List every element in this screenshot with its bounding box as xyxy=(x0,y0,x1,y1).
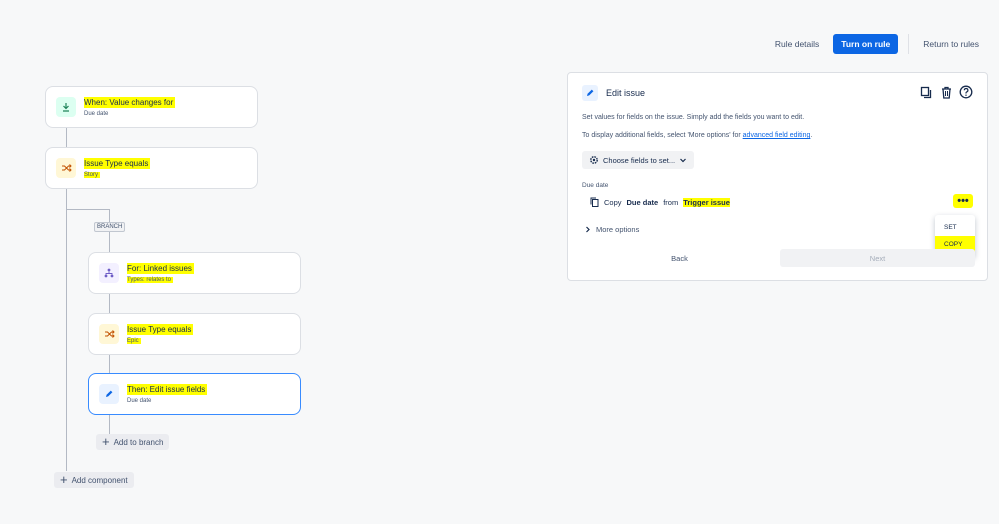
action-card[interactable]: Then: Edit issue fields Due date xyxy=(88,373,301,415)
condition-subtitle: Epic xyxy=(127,338,141,344)
connector xyxy=(66,209,110,210)
copy-from: from xyxy=(663,197,679,207)
add-component-button[interactable]: + Add component xyxy=(54,472,134,488)
edit-issue-panel: Edit issue Set values for fields on the … xyxy=(567,72,988,281)
add-to-branch-label: Add to branch xyxy=(113,437,164,447)
add-component-label: Add component xyxy=(71,475,128,485)
branch-card[interactable]: For: Linked issues Types: relates to xyxy=(88,252,301,294)
connector xyxy=(109,414,110,434)
menu-item-set[interactable]: SET xyxy=(935,219,975,236)
panel-description-2: To display additional fields, select 'Mo… xyxy=(582,132,812,139)
turn-on-rule-button[interactable]: Turn on rule xyxy=(833,34,899,54)
download-icon xyxy=(56,97,76,117)
shuffle-icon xyxy=(56,158,76,178)
panel-description: Set values for fields on the issue. Simp… xyxy=(582,114,805,121)
desc-suffix: . xyxy=(810,132,813,139)
more-actions-icon[interactable]: ••• xyxy=(953,194,973,208)
chevron-down-icon xyxy=(680,158,687,163)
back-button[interactable]: Back xyxy=(582,249,777,267)
gear-icon xyxy=(590,156,598,164)
return-to-rules-button[interactable]: Return to rules xyxy=(919,35,983,53)
branch-tag: BRANCH xyxy=(94,222,126,232)
action-title: Then: Edit issue fields xyxy=(127,384,208,395)
trigger-title: When: Value changes for xyxy=(84,97,176,108)
pencil-icon xyxy=(582,85,598,101)
rule-details-button[interactable]: Rule details xyxy=(771,35,823,53)
advanced-field-editing-link[interactable]: advanced field editing xyxy=(743,132,811,139)
action-subtitle: Due date xyxy=(127,398,152,404)
divider xyxy=(908,34,910,54)
desc-prefix: To display additional fields, select 'Mo… xyxy=(582,132,743,139)
connector xyxy=(66,128,67,148)
connector xyxy=(109,293,110,313)
add-to-branch-button[interactable]: + Add to branch xyxy=(96,434,170,450)
plus-icon: + xyxy=(60,472,68,487)
plus-icon: + xyxy=(102,434,110,449)
trash-icon[interactable] xyxy=(939,85,953,99)
branch-title: For: Linked issues xyxy=(127,263,194,274)
shuffle-icon xyxy=(99,324,119,344)
due-date-label: Due date xyxy=(582,182,609,189)
branch-subtitle: Types: relates to xyxy=(127,277,174,283)
chevron-right-icon xyxy=(586,226,590,233)
pencil-icon xyxy=(99,384,119,404)
choose-fields-label: Choose fields to set... xyxy=(603,155,676,165)
trigger-subtitle: Due date xyxy=(84,111,109,117)
panel-title: Edit issue xyxy=(606,88,646,98)
duplicate-icon[interactable] xyxy=(919,85,933,99)
copy-icon xyxy=(590,197,599,207)
trigger-card[interactable]: When: Value changes for Due date xyxy=(45,86,258,128)
copy-field: Due date xyxy=(626,197,659,207)
hierarchy-icon xyxy=(99,263,119,283)
help-icon[interactable] xyxy=(959,85,973,99)
condition-title: Issue Type equals xyxy=(127,324,194,335)
copy-row: Copy Due date from Trigger issue xyxy=(590,197,730,207)
condition-card-2[interactable]: Issue Type equals Epic xyxy=(88,313,301,355)
condition-card[interactable]: Issue Type equals Story xyxy=(45,147,258,189)
more-options-label: More options xyxy=(596,225,640,234)
connector xyxy=(66,188,67,471)
connector xyxy=(109,354,110,374)
next-button[interactable]: Next xyxy=(780,249,975,267)
condition-subtitle: Story xyxy=(84,172,101,178)
copy-source: Trigger issue xyxy=(683,197,730,207)
copy-prefix: Copy xyxy=(604,197,622,207)
condition-title: Issue Type equals xyxy=(84,158,151,169)
more-options-toggle[interactable]: More options xyxy=(584,225,639,234)
top-actions: Rule details Turn on rule Return to rule… xyxy=(771,34,983,54)
choose-fields-dropdown[interactable]: Choose fields to set... xyxy=(582,151,695,169)
